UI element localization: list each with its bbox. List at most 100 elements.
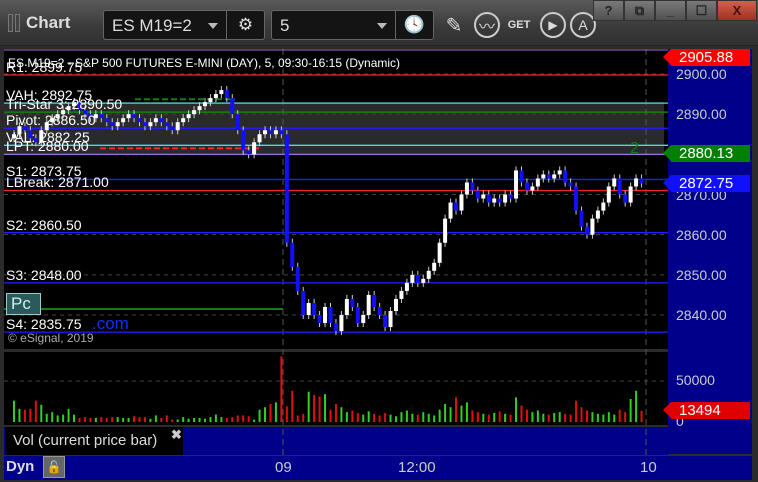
candle: [426, 270, 431, 279]
volume-bar: [613, 414, 616, 422]
volume-bar: [73, 414, 76, 422]
help-button[interactable]: ?: [593, 0, 624, 21]
candle: [181, 118, 186, 123]
volume-bar: [618, 409, 621, 422]
volume-bar: [515, 397, 518, 422]
chevron-down-icon[interactable]: [377, 23, 387, 29]
get-icon[interactable]: GET: [506, 12, 532, 38]
candle: [121, 118, 126, 123]
candle: [524, 182, 529, 191]
study-icon[interactable]: 〰: [474, 12, 500, 38]
chevron-down-icon[interactable]: [208, 23, 218, 29]
close-legend-icon[interactable]: ✖: [171, 427, 182, 443]
candle: [263, 130, 268, 135]
dyn-mode[interactable]: Dyn: [6, 458, 34, 475]
time-label: 12:00: [398, 459, 436, 476]
candle: [213, 94, 218, 99]
volume-bar: [356, 412, 359, 422]
candle: [563, 170, 568, 183]
volume-bar: [400, 412, 403, 422]
volume-bar: [536, 410, 539, 422]
volume-bar: [285, 406, 288, 422]
volume-bar: [504, 413, 507, 422]
candle: [312, 302, 317, 316]
volume-bar: [111, 417, 114, 422]
maximize-button[interactable]: ☐: [686, 0, 717, 21]
volume-bar: [296, 415, 299, 422]
volume-bar: [384, 412, 387, 422]
pencil-icon[interactable]: ✎: [441, 12, 467, 38]
candle: [350, 298, 355, 307]
candle: [290, 242, 295, 267]
volume-bar: [34, 400, 37, 422]
lock-icon[interactable]: 🔓: [43, 456, 65, 478]
candle: [584, 226, 589, 235]
volume-bar: [438, 409, 441, 422]
volume-bar: [449, 407, 452, 422]
candle: [202, 102, 207, 107]
volume-bar: [487, 414, 490, 422]
candle: [366, 294, 371, 316]
volume-bar: [209, 417, 212, 422]
candle: [399, 290, 404, 299]
volume-bar: [29, 408, 32, 422]
candle: [535, 178, 540, 187]
volume-bar: [422, 412, 425, 422]
candle: [137, 118, 142, 123]
volume-bar: [51, 412, 54, 422]
candle: [142, 122, 147, 127]
volume-bar: [427, 413, 430, 422]
price-pane: [4, 49, 668, 349]
volume-bar: [18, 408, 21, 422]
close-button[interactable]: X: [717, 0, 757, 21]
volume-bar: [509, 414, 512, 422]
candle: [230, 98, 235, 115]
volume-bar: [329, 409, 332, 422]
drag-handle[interactable]: [8, 14, 13, 32]
minimize-button[interactable]: _: [655, 0, 686, 21]
volume-bar: [465, 402, 468, 422]
volume-bar: [340, 407, 343, 422]
volume-bar: [482, 413, 485, 422]
drag-handle[interactable]: [15, 14, 20, 32]
candle: [273, 130, 278, 135]
volume-bar: [531, 412, 534, 422]
level-label: S3: 2848.00: [6, 266, 82, 283]
candle: [377, 306, 382, 316]
volume-bar: [351, 410, 354, 422]
volume-bar: [116, 417, 119, 422]
candle: [639, 178, 644, 184]
pc-button[interactable]: Pc: [6, 293, 41, 315]
volume-bar: [444, 403, 447, 422]
clock-icon[interactable]: 🕓: [395, 11, 433, 39]
marker-2: 2: [630, 140, 639, 157]
candle: [170, 126, 175, 131]
candle: [475, 190, 480, 199]
interval-input[interactable]: 5 🕓: [271, 10, 434, 40]
level-label: Tri-Star 3: 2890.50: [6, 96, 123, 113]
candle: [508, 194, 513, 199]
volume-bar: [94, 417, 97, 422]
volume-legend: Vol (current price bar): [5, 427, 183, 455]
candle: [410, 274, 415, 283]
candle: [192, 110, 197, 115]
volume-bar: [133, 416, 136, 422]
symbol-input[interactable]: ES M19=2 ⚙: [103, 10, 265, 40]
candle: [186, 114, 191, 119]
level-label: S2: 2860.50: [6, 216, 82, 233]
volume-bar: [394, 416, 397, 422]
play-icon[interactable]: ▶: [540, 12, 566, 38]
candle: [383, 315, 388, 328]
restore-menu-button[interactable]: ⧉: [624, 0, 655, 21]
candle: [503, 194, 508, 203]
candle: [388, 311, 393, 328]
candle: [317, 315, 322, 324]
settings-icon[interactable]: ⚙: [226, 11, 264, 39]
price-tick: 2860.00: [676, 226, 727, 243]
symbol-value: ES M19=2: [112, 16, 192, 35]
candle: [470, 182, 475, 191]
candle: [612, 178, 617, 187]
candle: [404, 282, 409, 291]
volume-bar: [591, 412, 594, 422]
volume-bar: [362, 414, 365, 422]
